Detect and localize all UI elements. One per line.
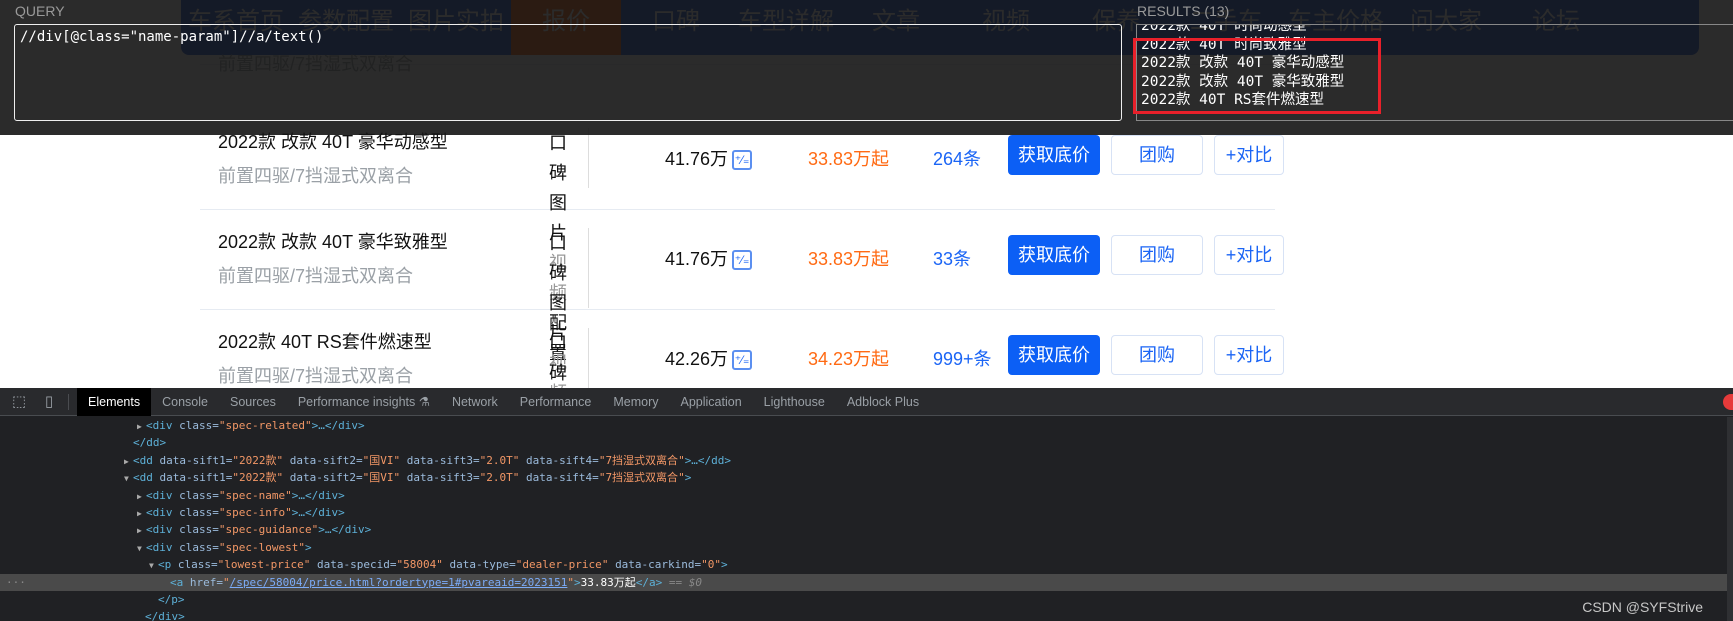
guide-price: 41.76万 ⁺⁄₌ [665, 145, 753, 171]
devtools-tab[interactable]: Network [441, 388, 509, 416]
device-toolbar-icon[interactable]: ▯ [38, 391, 60, 413]
divider [68, 393, 69, 410]
dom-node[interactable]: ▶ <div class="spec-guidance">…</div> [0, 521, 1733, 538]
dom-node[interactable]: </p> [0, 591, 1733, 608]
dealer-count-link[interactable]: 999+条 [933, 345, 992, 371]
dom-node[interactable]: ▶ <div class="spec-related">…</div> [0, 417, 1733, 434]
result-item: 2022款 40T 时尚动感型 [1141, 24, 1307, 34]
dealer-count-link[interactable]: 33条 [933, 245, 971, 271]
dealer-count-link[interactable]: 264条 [933, 145, 981, 171]
dom-node[interactable]: </div> [0, 608, 1733, 621]
query-label: QUERY [15, 3, 65, 19]
devtools-tab[interactable]: Lighthouse [753, 388, 836, 416]
dom-node-selected[interactable]: ··· <a href="/spec/58004/price.html?order… [0, 573, 1733, 591]
guide-price: 41.76万 ⁺⁄₌ [665, 245, 753, 271]
compare-button[interactable]: +对比 [1214, 135, 1284, 175]
screenshot: 车系首页参数配置图片实拍报价口碑车型详解文章视频保养二手车车主价格问大家论坛 前… [0, 0, 1733, 621]
query-input[interactable]: //div[@class="name-param"]//a/text() [14, 24, 1122, 121]
get-lowest-price-button[interactable]: 获取底价 [1008, 335, 1100, 375]
devtools-tab[interactable]: Memory [602, 388, 669, 416]
results-label: RESULTS (13) [1137, 3, 1230, 19]
error-count-badge[interactable] [1723, 394, 1733, 410]
devtools-tab[interactable]: Performance [509, 388, 603, 416]
devtools-tabbar: ⬚ ▯ Elements Console Sources Performance in… [0, 387, 1733, 416]
link-reviews[interactable]: 口碑 [549, 128, 589, 188]
dom-node[interactable]: ▼ <p class="lowest-price" data-specid="58… [0, 556, 1733, 573]
guide-price: 42.26万 ⁺⁄₌ [665, 345, 753, 371]
calculator-icon[interactable]: ⁺⁄₌ [732, 350, 753, 371]
dom-node[interactable]: ▶ <div class="spec-info">…</div> [0, 504, 1733, 521]
inspect-element-icon[interactable]: ⬚ [8, 391, 30, 413]
dom-node[interactable]: ▶ <div class="spec-name">…</div> [0, 487, 1733, 504]
lowest-price-link[interactable]: 33.83万起 [808, 245, 889, 271]
group-buy-button[interactable]: 团购 [1111, 235, 1203, 275]
xpath-helper-panel: QUERY //div[@class="name-param"]//a/text… [0, 0, 1733, 135]
compare-button[interactable]: +对比 [1214, 335, 1284, 375]
spec-drive: 前置四驱/7挡湿式双离合 [218, 266, 414, 286]
dom-node[interactable]: ▼ <div class="spec-lowest"> [0, 539, 1733, 556]
get-lowest-price-button[interactable]: 获取底价 [1008, 235, 1100, 275]
elements-tree: ▶ <div class="spec-related">…</div> </dd>… [0, 417, 1733, 621]
group-buy-button[interactable]: 团购 [1111, 335, 1203, 375]
more-icon[interactable]: ··· [6, 574, 26, 591]
spec-drive: 前置四驱/7挡湿式双离合 [218, 366, 414, 386]
lowest-price-link[interactable]: 34.23万起 [808, 345, 889, 371]
dom-node[interactable]: ▶ <dd data-sift1="2022款" data-sift2="国VI"… [0, 452, 1733, 469]
lowest-price-link[interactable]: 33.83万起 [808, 145, 889, 171]
devtools-tab[interactable]: Performance insights ⚗ [287, 388, 441, 416]
get-lowest-price-button[interactable]: 获取底价 [1008, 135, 1100, 175]
spec-name[interactable]: 2022款 40T RS套件燃速型 [218, 328, 432, 354]
devtools-tab[interactable]: Elements [77, 387, 152, 416]
devtools-tab[interactable]: Application [670, 388, 753, 416]
devtools-panel: ⬚ ▯ Elements Console Sources Performance in… [0, 387, 1733, 621]
href-link[interactable]: /spec/58004/price.html?ordertype=1#pvare… [230, 576, 568, 589]
scrollbar[interactable] [1727, 417, 1733, 621]
devtools-tab[interactable]: Sources [219, 388, 287, 416]
link-reviews[interactable]: 口碑 [549, 228, 589, 288]
spec-name[interactable]: 2022款 改款 40T 豪华致雅型 [218, 228, 448, 254]
spec-drive: 前置四驱/7挡湿式双离合 [218, 166, 414, 186]
dom-node[interactable]: </dd> [0, 434, 1733, 451]
dom-node[interactable]: ▼ <dd data-sift1="2022款" data-sift2="国VI"… [0, 469, 1733, 486]
devtools-tab[interactable]: Adblock Plus [836, 388, 930, 416]
calculator-icon[interactable]: ⁺⁄₌ [732, 150, 753, 171]
group-buy-button[interactable]: 团购 [1111, 135, 1203, 175]
highlight-annotation-box [1133, 38, 1381, 114]
compare-button[interactable]: +对比 [1214, 235, 1284, 275]
calculator-icon[interactable]: ⁺⁄₌ [732, 250, 753, 271]
devtools-tab[interactable]: Console [151, 388, 219, 416]
link-reviews[interactable]: 口碑 [549, 328, 589, 388]
spec-row: 2022款 改款 40T 豪华致雅型 前置四驱/7挡湿式双离合 口碑图片 视频配… [200, 210, 1284, 463]
watermark: CSDN @SYFStrive [1582, 599, 1703, 615]
